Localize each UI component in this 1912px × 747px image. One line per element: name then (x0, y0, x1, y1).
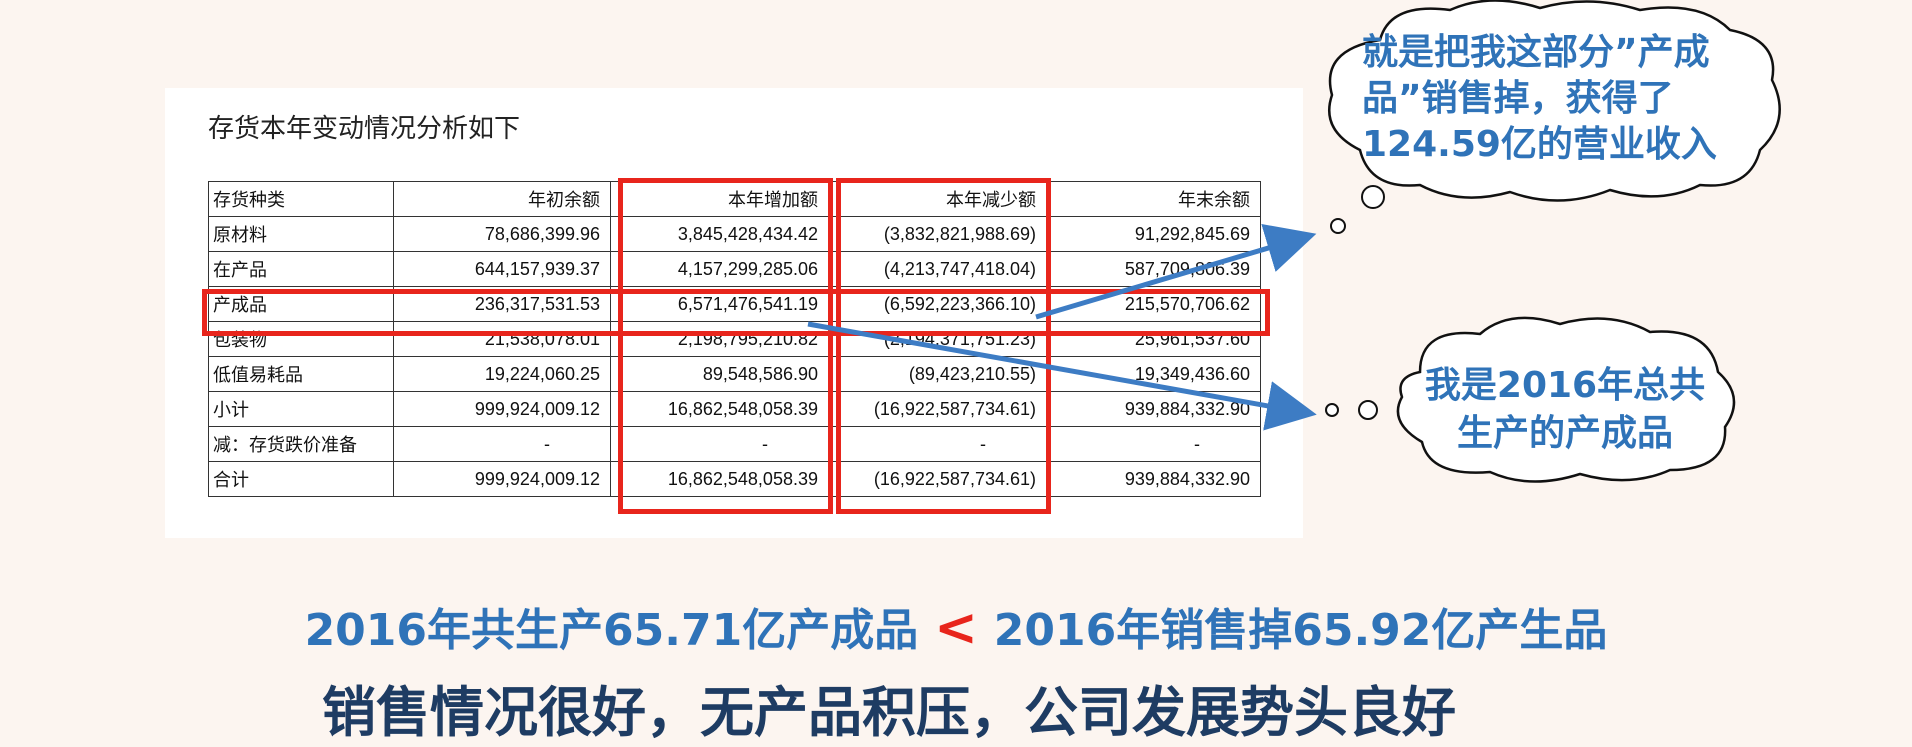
thought-bubble-tiny (1330, 218, 1346, 234)
thought-bubble-small (1361, 185, 1385, 209)
cloud-line: 就是把我这部分”产成 (1362, 32, 1710, 73)
arrow-to-top-cloud (1035, 223, 1317, 320)
arrow-to-bottom-cloud (807, 321, 1317, 431)
caption-left: 2016年共生产65.71亿产成品 (304, 605, 919, 656)
conclusion-caption: 销售情况很好，无产品积压，公司发展势头良好 (322, 681, 1456, 744)
bottom-cloud-text: 我是2016年总共 生产的产成品 (1418, 362, 1712, 458)
cloud-line: 我是2016年总共 (1424, 365, 1706, 406)
cloud-line: 124.59亿的营业收入 (1362, 124, 1717, 165)
caption-right: 2016年销售掉65.92亿产生品 (993, 605, 1608, 656)
thought-bubble-tiny (1325, 403, 1339, 417)
thought-bubble-small (1358, 400, 1378, 420)
cloud-line: 品”销售掉，获得了 (1362, 78, 1674, 119)
less-than-symbol: < (934, 598, 978, 658)
top-cloud-text: 就是把我这部分”产成 品”销售掉，获得了 124.59亿的营业收入 (1362, 30, 1717, 168)
cloud-line: 生产的产成品 (1456, 413, 1673, 454)
comparison-caption: 2016年共生产65.71亿产成品 <2016年销售掉65.92亿产生品 (0, 594, 1912, 658)
